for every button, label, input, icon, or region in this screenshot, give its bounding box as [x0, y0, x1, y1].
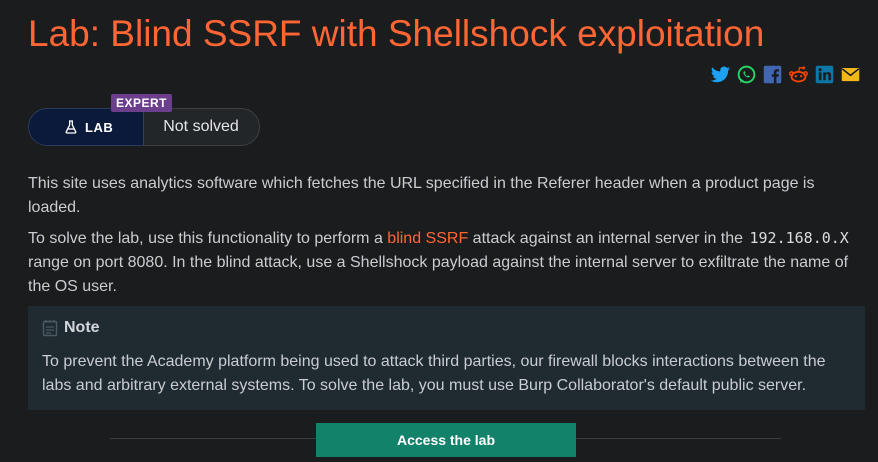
- lab-status-widget: LAB Not solved: [28, 108, 260, 146]
- page-title: Lab: Blind SSRF with Shellshock exploita…: [28, 13, 765, 54]
- description-text: To solve the lab, use this functionality…: [28, 230, 388, 247]
- whatsapp-icon[interactable]: [736, 64, 757, 85]
- note-box: Note To prevent the Academy platform bei…: [28, 306, 865, 410]
- blind-ssrf-link[interactable]: blind SSRF: [387, 230, 468, 247]
- lab-page: Lab: Blind SSRF with Shellshock exploita…: [0, 0, 878, 462]
- description-text: range on port 8080. In the blind attack,…: [28, 254, 849, 295]
- lab-label: LAB: [85, 119, 114, 135]
- reddit-icon[interactable]: [788, 64, 809, 85]
- ip-range-code: 192.168.0.X: [749, 229, 849, 247]
- linkedin-icon[interactable]: [814, 64, 835, 85]
- expert-badge: EXPERT: [111, 94, 173, 112]
- access-lab-button[interactable]: Access the lab: [316, 423, 576, 457]
- share-bar: [710, 64, 861, 85]
- note-text: To prevent the Academy platform being us…: [42, 353, 826, 394]
- flask-icon: [65, 120, 77, 134]
- note-title: Note: [64, 319, 100, 336]
- description-paragraph-1: This site uses analytics software which …: [28, 175, 815, 216]
- email-icon[interactable]: [840, 64, 861, 85]
- note-header: Note: [42, 318, 851, 338]
- notepad-icon: [42, 320, 58, 337]
- description-paragraph-2: To solve the lab, use this functionality…: [28, 226, 863, 299]
- status-badge: Not solved: [143, 108, 260, 146]
- lab-label-pill: LAB: [28, 108, 144, 146]
- twitter-icon[interactable]: [710, 64, 731, 85]
- facebook-icon[interactable]: [762, 64, 783, 85]
- description-text: attack against an internal server in the: [468, 230, 748, 247]
